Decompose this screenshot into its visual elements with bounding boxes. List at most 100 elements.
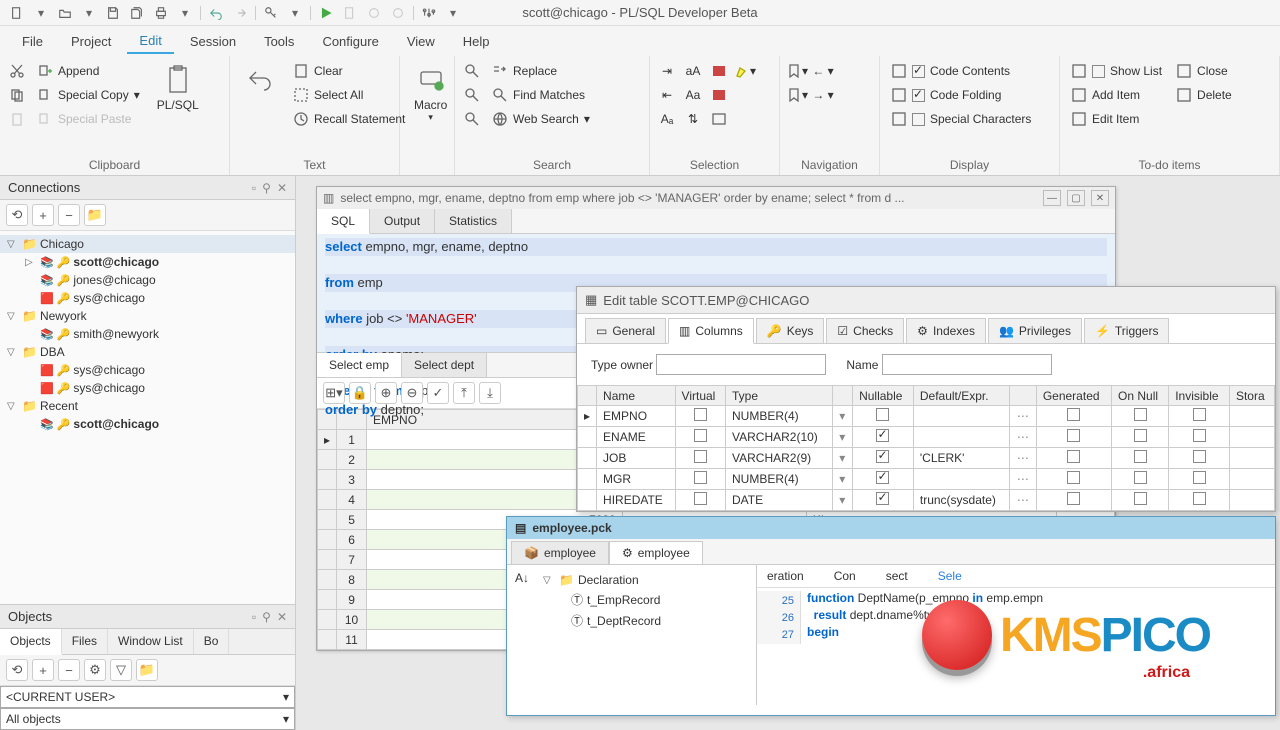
current-user-combo[interactable]: <CURRENT USER>▾ [0, 686, 295, 708]
tab-select-emp[interactable]: Select emp [317, 353, 402, 377]
highlight-icon[interactable]: ▾ [734, 60, 756, 82]
delete-button[interactable]: Delete [1171, 84, 1237, 106]
refresh-icon[interactable]: ⟲ [6, 204, 28, 226]
menu-project[interactable]: Project [59, 30, 123, 53]
tree-node[interactable]: 📚🔑jones@chicago [0, 271, 295, 289]
tree-node[interactable]: 📚🔑smith@newyork [0, 325, 295, 343]
tab-keys[interactable]: 🔑Keys [756, 318, 825, 343]
clear-button[interactable]: Clear [288, 60, 410, 82]
tab-window-list[interactable]: Window List [108, 629, 194, 654]
replace-button[interactable]: Replace [487, 60, 595, 82]
special-chars-button[interactable]: Special Characters [886, 108, 1036, 130]
bookmark-icon[interactable]: ▾ [786, 60, 808, 82]
lower-icon[interactable]: Aa [682, 84, 704, 106]
panel-pin-icon[interactable]: ⚲ [262, 181, 271, 195]
qat-dropdown-1[interactable]: ▾ [30, 3, 52, 23]
execute-icon[interactable] [315, 3, 337, 23]
tree-node[interactable]: 🟥🔑sys@chicago [0, 361, 295, 379]
tab-files[interactable]: Files [62, 629, 108, 654]
obj-collapse-icon[interactable]: − [58, 659, 80, 681]
tree-emprecord[interactable]: t_EmpRecord [587, 593, 660, 607]
sql-close-button[interactable]: ✕ [1091, 190, 1109, 206]
edit-item-button[interactable]: Edit Item [1066, 108, 1167, 130]
find-prev-icon[interactable] [461, 108, 483, 130]
obj-close-icon[interactable]: ✕ [277, 610, 287, 624]
macro-button[interactable]: Macro▾ [406, 60, 455, 155]
recall-statement-button[interactable]: Recall Statement [288, 108, 410, 130]
qat-dropdown-5[interactable]: ▾ [442, 3, 464, 23]
find-icon[interactable] [461, 60, 483, 82]
find-next-icon[interactable] [461, 84, 483, 106]
tab-triggers[interactable]: ⚡Triggers [1084, 318, 1170, 343]
qat-dropdown-2[interactable]: ▾ [78, 3, 100, 23]
tab-columns[interactable]: ▥Columns [668, 318, 754, 344]
tab-objects[interactable]: Objects [0, 629, 62, 655]
obj-expand-icon[interactable]: + [32, 659, 54, 681]
plsql-clipboard-button[interactable]: PL/SQL [149, 60, 207, 155]
add-item-button[interactable]: Add Item [1066, 84, 1167, 106]
new-file-icon[interactable] [6, 3, 28, 23]
grid-commit-icon[interactable]: ✓ [427, 382, 449, 404]
pck-sort-icon[interactable]: A↓ [515, 571, 529, 585]
cut-icon[interactable] [6, 60, 28, 82]
tab-select-dept[interactable]: Select dept [402, 353, 487, 377]
tab-employee-spec[interactable]: 📦employee [511, 541, 609, 564]
pck-code-editor[interactable]: erationConsectSele 252627 function DeptN… [757, 565, 1275, 705]
name-input[interactable] [882, 354, 1052, 375]
menu-tools[interactable]: Tools [252, 30, 306, 53]
grid-del-icon[interactable]: ⊖ [401, 382, 423, 404]
outdent-icon[interactable]: ⇤ [656, 84, 678, 106]
tree-node[interactable]: ▽📁DBA [0, 343, 295, 361]
declaration-node[interactable]: Declaration [578, 573, 639, 587]
select-all-button[interactable]: Select All [288, 84, 410, 106]
indent-icon[interactable]: ⇥ [656, 60, 678, 82]
save-all-icon[interactable] [126, 3, 148, 23]
close-button[interactable]: Close [1171, 60, 1237, 82]
find-matches-button[interactable]: Find Matches [487, 84, 595, 106]
menu-file[interactable]: File [10, 30, 55, 53]
tab-checks[interactable]: ☑Checks [826, 318, 904, 343]
tree-node[interactable]: ▽📁Newyork [0, 307, 295, 325]
key-icon[interactable] [260, 3, 282, 23]
tree-deptrecord[interactable]: t_DeptRecord [587, 614, 661, 628]
qat-dropdown-4[interactable]: ▾ [284, 3, 306, 23]
open-icon[interactable] [54, 3, 76, 23]
obj-pin-icon[interactable]: ⚲ [262, 610, 271, 624]
tree-node[interactable]: ▷📚🔑scott@chicago [0, 253, 295, 271]
obj-folder-icon[interactable]: 📁 [136, 659, 158, 681]
obj-schema-icon[interactable]: ⚙ [84, 659, 106, 681]
tab-statistics[interactable]: Statistics [435, 209, 512, 233]
menu-edit[interactable]: Edit [127, 29, 173, 54]
undo-icon[interactable] [205, 3, 227, 23]
print-icon[interactable] [150, 3, 172, 23]
tree-node[interactable]: 📚🔑scott@chicago [0, 415, 295, 433]
sql-min-button[interactable]: — [1043, 190, 1061, 206]
append-button[interactable]: Append [32, 60, 145, 82]
code-folding-button[interactable]: Code Folding [886, 84, 1036, 106]
qat-dropdown-3[interactable]: ▾ [174, 3, 196, 23]
obj-refresh-icon[interactable]: ⟲ [6, 659, 28, 681]
obj-max-icon[interactable]: ▫ [252, 610, 256, 624]
comment-icon[interactable] [708, 60, 730, 82]
save-icon[interactable] [102, 3, 124, 23]
menu-help[interactable]: Help [451, 30, 502, 53]
tab-sql[interactable]: SQL [317, 209, 370, 234]
tree-node[interactable]: 🟥🔑sys@chicago [0, 379, 295, 397]
tab-general[interactable]: ▭General [585, 318, 666, 343]
panel-close-icon[interactable]: ✕ [277, 181, 287, 195]
tab-employee-body[interactable]: ⚙employee [609, 541, 703, 564]
grid-first-icon[interactable]: ⤒ [453, 382, 475, 404]
show-list-button[interactable]: Show List [1066, 60, 1167, 82]
tree-node[interactable]: ▽📁Recent [0, 397, 295, 415]
grid-tool-1[interactable]: ⊞▾ [323, 382, 345, 404]
sql-max-button[interactable]: ▢ [1067, 190, 1085, 206]
add-conn-icon[interactable]: + [32, 204, 54, 226]
code-contents-button[interactable]: Code Contents [886, 60, 1036, 82]
panel-max-icon[interactable]: ▫ [252, 181, 256, 195]
uncomment-icon[interactable] [708, 84, 730, 106]
tree-node[interactable]: ▽📁Chicago [0, 235, 295, 253]
grid-add-icon[interactable]: ⊕ [375, 382, 397, 404]
all-objects-combo[interactable]: All objects▾ [0, 708, 295, 730]
grid-last-icon[interactable]: ⤓ [479, 382, 501, 404]
tree-node[interactable]: 🟥🔑sys@chicago [0, 289, 295, 307]
